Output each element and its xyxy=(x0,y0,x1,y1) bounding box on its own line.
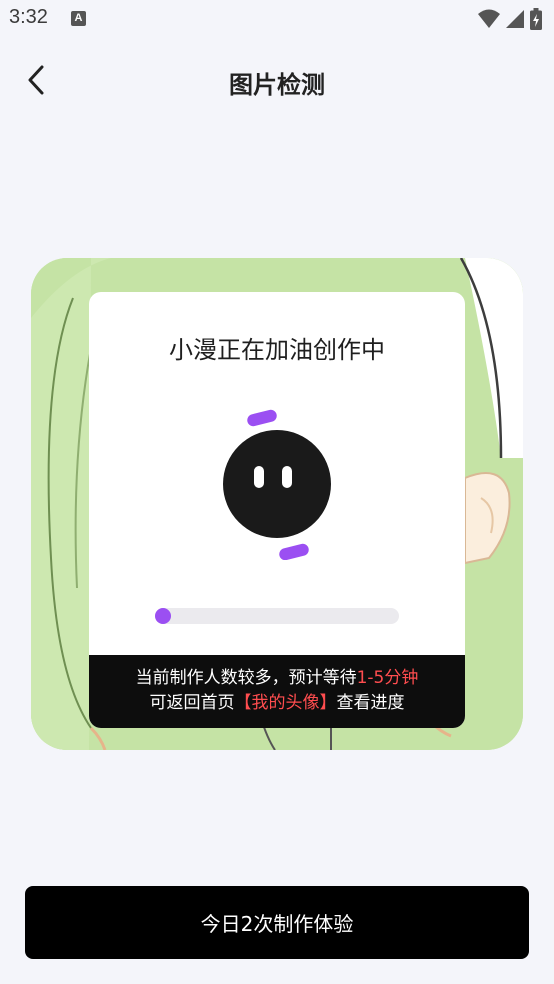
notice-line-2: 可返回首页【我的头像】查看进度 xyxy=(89,691,465,716)
my-avatar-link[interactable]: 【我的头像】 xyxy=(235,693,337,713)
nav-bar: 图片检测 xyxy=(0,52,554,108)
notice-line-2-suffix: 查看进度 xyxy=(336,693,405,713)
card-title: 小漫正在加油创作中 xyxy=(169,336,385,364)
notification-icon: A xyxy=(71,11,86,26)
progress-card: 小漫正在加油创作中 当前制作人数较多，预计等待1-5分钟 可返回首页【我的头像】… xyxy=(89,292,465,728)
wait-time-highlight: 1-5分钟 xyxy=(356,668,419,688)
status-time: 3:32 xyxy=(9,6,48,28)
status-bar: 3:32 A xyxy=(0,0,554,38)
status-icons xyxy=(478,8,542,30)
progress-bar xyxy=(155,608,399,624)
battery-icon xyxy=(530,8,542,30)
page-title: 图片检测 xyxy=(229,71,325,99)
notice-line-1: 当前制作人数较多，预计等待1-5分钟 xyxy=(89,666,465,691)
signal-icon xyxy=(506,10,524,28)
wait-notice: 当前制作人数较多，预计等待1-5分钟 可返回首页【我的头像】查看进度 xyxy=(89,655,465,728)
notice-line-2-text: 可返回首页 xyxy=(149,693,235,713)
wifi-icon xyxy=(478,9,500,28)
notice-line-1-text: 当前制作人数较多，预计等待 xyxy=(135,668,357,688)
progress-fill xyxy=(155,608,171,624)
daily-quota-button[interactable]: 今日2次制作体验 xyxy=(25,886,529,959)
mascot-icon xyxy=(223,409,331,560)
